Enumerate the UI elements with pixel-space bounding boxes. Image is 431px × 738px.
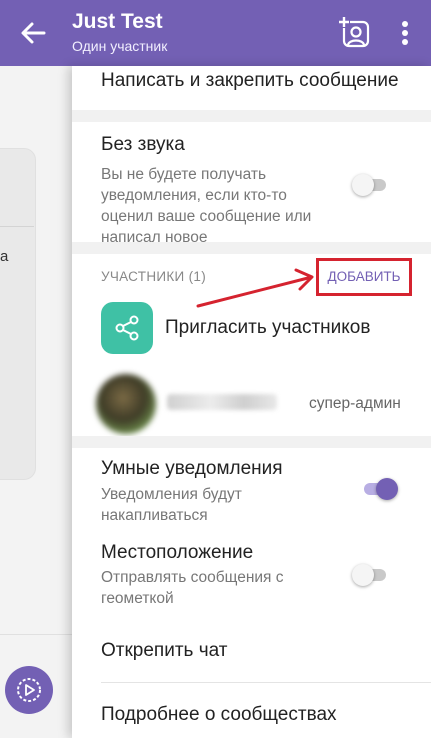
more-vertical-icon[interactable] (393, 18, 417, 48)
member-avatar[interactable] (96, 374, 156, 434)
smart-notifications-toggle[interactable] (360, 478, 398, 500)
chat-subtitle: Один участник (72, 38, 168, 54)
write-and-pin-item[interactable]: Написать и закрепить сообщение (101, 70, 399, 92)
red-arrow-annotation (196, 268, 314, 308)
mute-toggle[interactable] (352, 174, 390, 196)
composer-divider (0, 634, 72, 635)
smart-notifications-description: Уведомления будут накапливаться (101, 486, 242, 524)
compose-button[interactable] (5, 666, 53, 714)
add-participant-button[interactable]: ДОБАВИТЬ (316, 258, 412, 296)
section-gap (72, 436, 431, 448)
item-divider (101, 682, 431, 683)
mute-description: Вы не будете получать уведомления, если … (101, 166, 312, 246)
smart-notifications-title: Умные уведомления (101, 458, 283, 479)
section-gap (72, 242, 431, 254)
location-toggle[interactable] (352, 564, 390, 586)
location-description: Отправлять сообщения с геометкой (101, 569, 284, 607)
share-icon (115, 315, 139, 341)
mute-title: Без звука (101, 134, 185, 155)
chat-info-panel: Написать и закрепить сообщение Без звука… (72, 66, 431, 738)
section-gap (72, 110, 431, 122)
arrow-left-icon[interactable] (18, 18, 48, 48)
about-communities-item[interactable]: Подробнее о сообществах (101, 704, 337, 726)
message-bubble (0, 148, 36, 480)
participants-header: УЧАСТНИКИ (1) (101, 269, 206, 284)
location-title: Местоположение (101, 542, 254, 563)
app-bar: Just Test Один участник (0, 0, 431, 66)
member-name-blurred (167, 394, 277, 410)
member-role: супер-админ (309, 395, 401, 412)
invite-participants-label[interactable]: Пригласить участников (165, 317, 370, 339)
message-divider (0, 226, 34, 227)
compose-icon (17, 678, 41, 702)
message-text: a (0, 248, 9, 265)
chat-background: a (0, 66, 72, 738)
unpin-chat-item[interactable]: Открепить чат (101, 640, 227, 662)
add-contact-icon[interactable] (338, 16, 372, 50)
invite-button[interactable] (101, 302, 153, 354)
chat-title[interactable]: Just Test (72, 10, 163, 34)
